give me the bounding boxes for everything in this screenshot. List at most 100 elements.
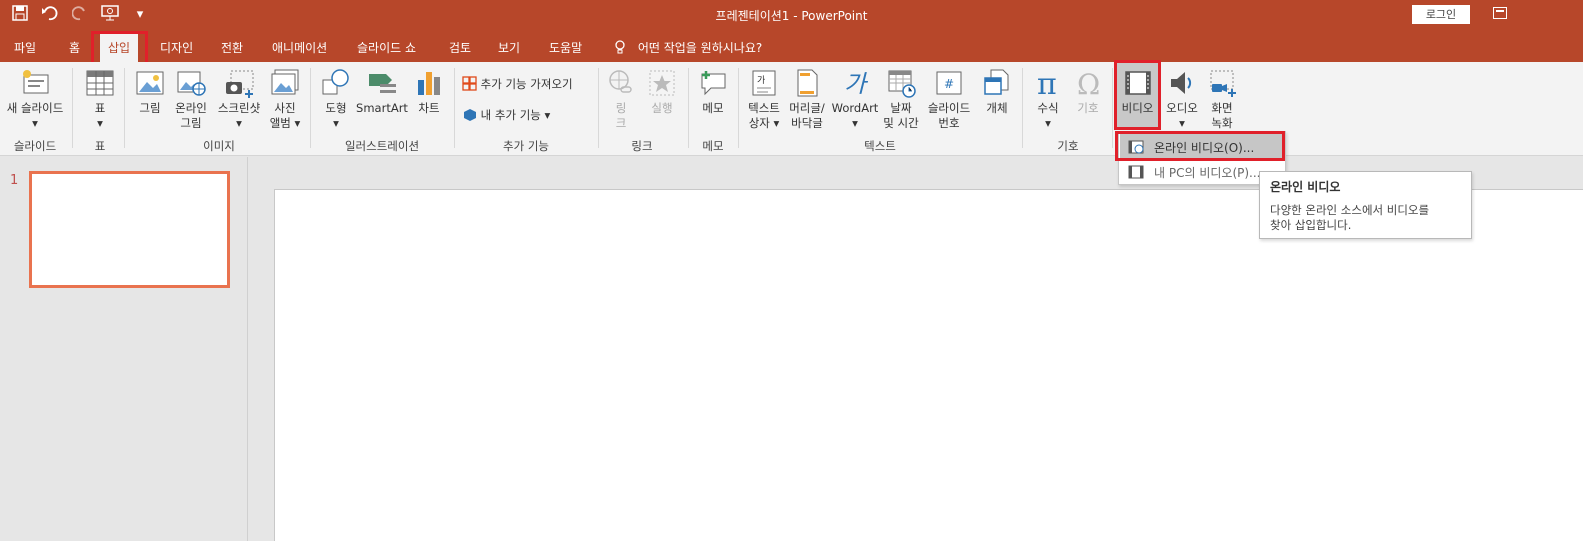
new-slide-label: 새 슬라이드 xyxy=(6,101,64,115)
group-label-addins: 추가 기능 xyxy=(503,139,549,153)
symbol-label: 기호 xyxy=(1077,101,1099,115)
picture-button[interactable]: 그림 xyxy=(134,68,166,116)
screenshot-button[interactable]: 스크린샷 ▾ xyxy=(214,68,264,131)
slide-number-label: 슬라이드 xyxy=(927,101,971,115)
date-time-button[interactable]: 날짜 및 시간 xyxy=(880,68,922,131)
comment-button[interactable]: 메모 xyxy=(694,68,732,116)
screen-recording-icon xyxy=(1210,70,1236,97)
tab-design[interactable]: 디자인 xyxy=(160,39,193,56)
table-label: 표 xyxy=(94,101,106,115)
dropdown-arrow-icon: ▾ xyxy=(852,116,858,130)
pc-video-label: 내 PC의 비디오(P)... xyxy=(1154,166,1261,180)
textbox-button[interactable]: 가 텍스트 상자 ▾ xyxy=(744,68,784,131)
tell-me-search[interactable]: 어떤 작업을 원하시나요? xyxy=(614,39,762,56)
action-button[interactable]: 실행 xyxy=(644,68,680,116)
textbox-label: 텍스트 xyxy=(748,101,780,115)
comment-label: 메모 xyxy=(702,101,724,115)
slide-number-button[interactable]: # 슬라이드 번호 xyxy=(924,68,974,131)
link-label-2: 크 xyxy=(615,116,627,130)
shapes-label: 도형 xyxy=(325,101,347,115)
svg-text:Ω: Ω xyxy=(1077,68,1100,98)
audio-button[interactable]: 오디오 ▾ xyxy=(1162,68,1202,131)
link-button[interactable]: 링크 xyxy=(604,68,638,131)
smartart-button[interactable]: SmartArt xyxy=(356,68,408,116)
dropdown-arrow-icon: ▾ xyxy=(1045,116,1051,130)
ribbon-display-options-icon[interactable] xyxy=(1493,7,1507,19)
date-time-label-2: 및 시간 xyxy=(883,116,919,130)
tab-home[interactable]: 홈 xyxy=(69,39,80,56)
online-picture-icon xyxy=(177,71,206,96)
tell-me-text: 어떤 작업을 원하시나요? xyxy=(637,41,763,55)
screen-recording-button[interactable]: 화면 녹화 xyxy=(1204,68,1240,131)
group-separator xyxy=(738,68,739,148)
new-slide-icon xyxy=(23,70,49,94)
shapes-button[interactable]: 도형 ▾ xyxy=(318,68,354,131)
screen-recording-label: 화면 xyxy=(1211,101,1233,115)
tab-view[interactable]: 보기 xyxy=(498,39,520,56)
object-button[interactable]: 개체 xyxy=(978,68,1016,116)
group-label-text: 텍스트 xyxy=(864,139,896,153)
comment-icon xyxy=(701,71,726,96)
photo-album-label: 사진 xyxy=(274,101,296,115)
group-separator xyxy=(688,68,689,148)
wordart-button[interactable]: 가 WordArt ▾ xyxy=(830,68,880,131)
group-label-illustrations: 일러스트레이션 xyxy=(344,139,420,153)
group-label-images: 이미지 xyxy=(203,139,235,153)
insert-tab-highlight-box xyxy=(91,31,148,65)
get-addins-button[interactable]: 추가 기능 가져오기 xyxy=(462,76,573,92)
dropdown-arrow-icon: ▾ xyxy=(773,116,780,130)
svg-text:#: # xyxy=(944,77,954,91)
title-bar: ▾ 프레젠테이션1 - PowerPoint 로그인 xyxy=(0,0,1583,31)
tab-slideshow[interactable]: 슬라이드 쇼 xyxy=(357,39,416,56)
slide-number: 1 xyxy=(10,173,19,188)
slide-canvas[interactable] xyxy=(274,189,1583,541)
omega-icon: Ω xyxy=(1077,68,1100,98)
slide-thumbnail[interactable] xyxy=(29,171,230,288)
group-separator xyxy=(1022,68,1023,148)
symbol-button[interactable]: Ω 기호 xyxy=(1070,68,1106,116)
wordart-label: WordArt xyxy=(831,101,879,115)
dropdown-arrow-icon: ▾ xyxy=(333,116,339,130)
dropdown-arrow-icon: ▾ xyxy=(294,116,301,130)
screenshot-label: 스크린샷 xyxy=(217,101,261,115)
online-picture-button[interactable]: 온라인 그림 xyxy=(170,68,212,131)
group-label-comments: 메모 xyxy=(702,139,724,153)
store-icon xyxy=(462,76,477,91)
chart-button[interactable]: 차트 xyxy=(412,68,446,116)
online-picture-label-2: 그림 xyxy=(180,116,202,130)
slide-number-label-2: 번호 xyxy=(938,116,960,130)
tab-help[interactable]: 도움말 xyxy=(549,39,582,56)
addins-cube-icon xyxy=(464,109,476,121)
equation-button[interactable]: π 수식 ▾ xyxy=(1030,68,1066,131)
group-label-links: 링크 xyxy=(631,139,653,153)
group-separator xyxy=(454,68,455,148)
link-label: 링 xyxy=(615,101,627,115)
group-separator xyxy=(1112,68,1113,148)
header-footer-button[interactable]: 머리글/바닥글 xyxy=(786,68,828,131)
login-button[interactable]: 로그인 xyxy=(1412,5,1470,24)
screenshot-icon xyxy=(226,70,254,98)
chart-icon xyxy=(418,72,440,95)
tab-animations[interactable]: 애니메이션 xyxy=(272,39,327,56)
tab-review[interactable]: 검토 xyxy=(449,39,471,56)
dropdown-arrow-icon: ▾ xyxy=(97,116,103,130)
online-video-highlight-box xyxy=(1115,131,1285,161)
smartart-label: SmartArt xyxy=(356,101,408,115)
window-title: 프레젠테이션1 - PowerPoint xyxy=(715,9,868,23)
header-footer-icon xyxy=(797,69,818,97)
new-slide-button[interactable]: 새 슬라이드 ▾ xyxy=(4,68,66,131)
svg-text:π: π xyxy=(1037,68,1057,98)
dropdown-arrow-icon: ▾ xyxy=(236,116,242,130)
table-button[interactable]: 표 ▾ xyxy=(82,68,118,131)
tab-file[interactable]: 파일 xyxy=(14,39,36,56)
slide-number-icon: # xyxy=(936,71,962,95)
tab-transitions[interactable]: 전환 xyxy=(221,39,243,56)
insert-ribbon: 새 슬라이드 ▾ 슬라이드 표 ▾ 표 그림 온라인 그림 스크린샷 ▾ 사진 앨범 ▾ … xyxy=(0,62,1583,156)
photo-album-button[interactable]: 사진 앨범 ▾ xyxy=(266,68,304,131)
date-time-label: 날짜 xyxy=(890,101,912,115)
get-addins-label: 추가 기능 가져오기 xyxy=(480,77,573,91)
my-addins-button[interactable]: 내 추가 기능 ▾ xyxy=(462,107,550,123)
header-footer-label: 머리글/ xyxy=(789,101,825,115)
action-star-icon xyxy=(649,70,675,96)
tooltip-body-line1: 다양한 온라인 소스에서 비디오를 xyxy=(1270,203,1430,217)
